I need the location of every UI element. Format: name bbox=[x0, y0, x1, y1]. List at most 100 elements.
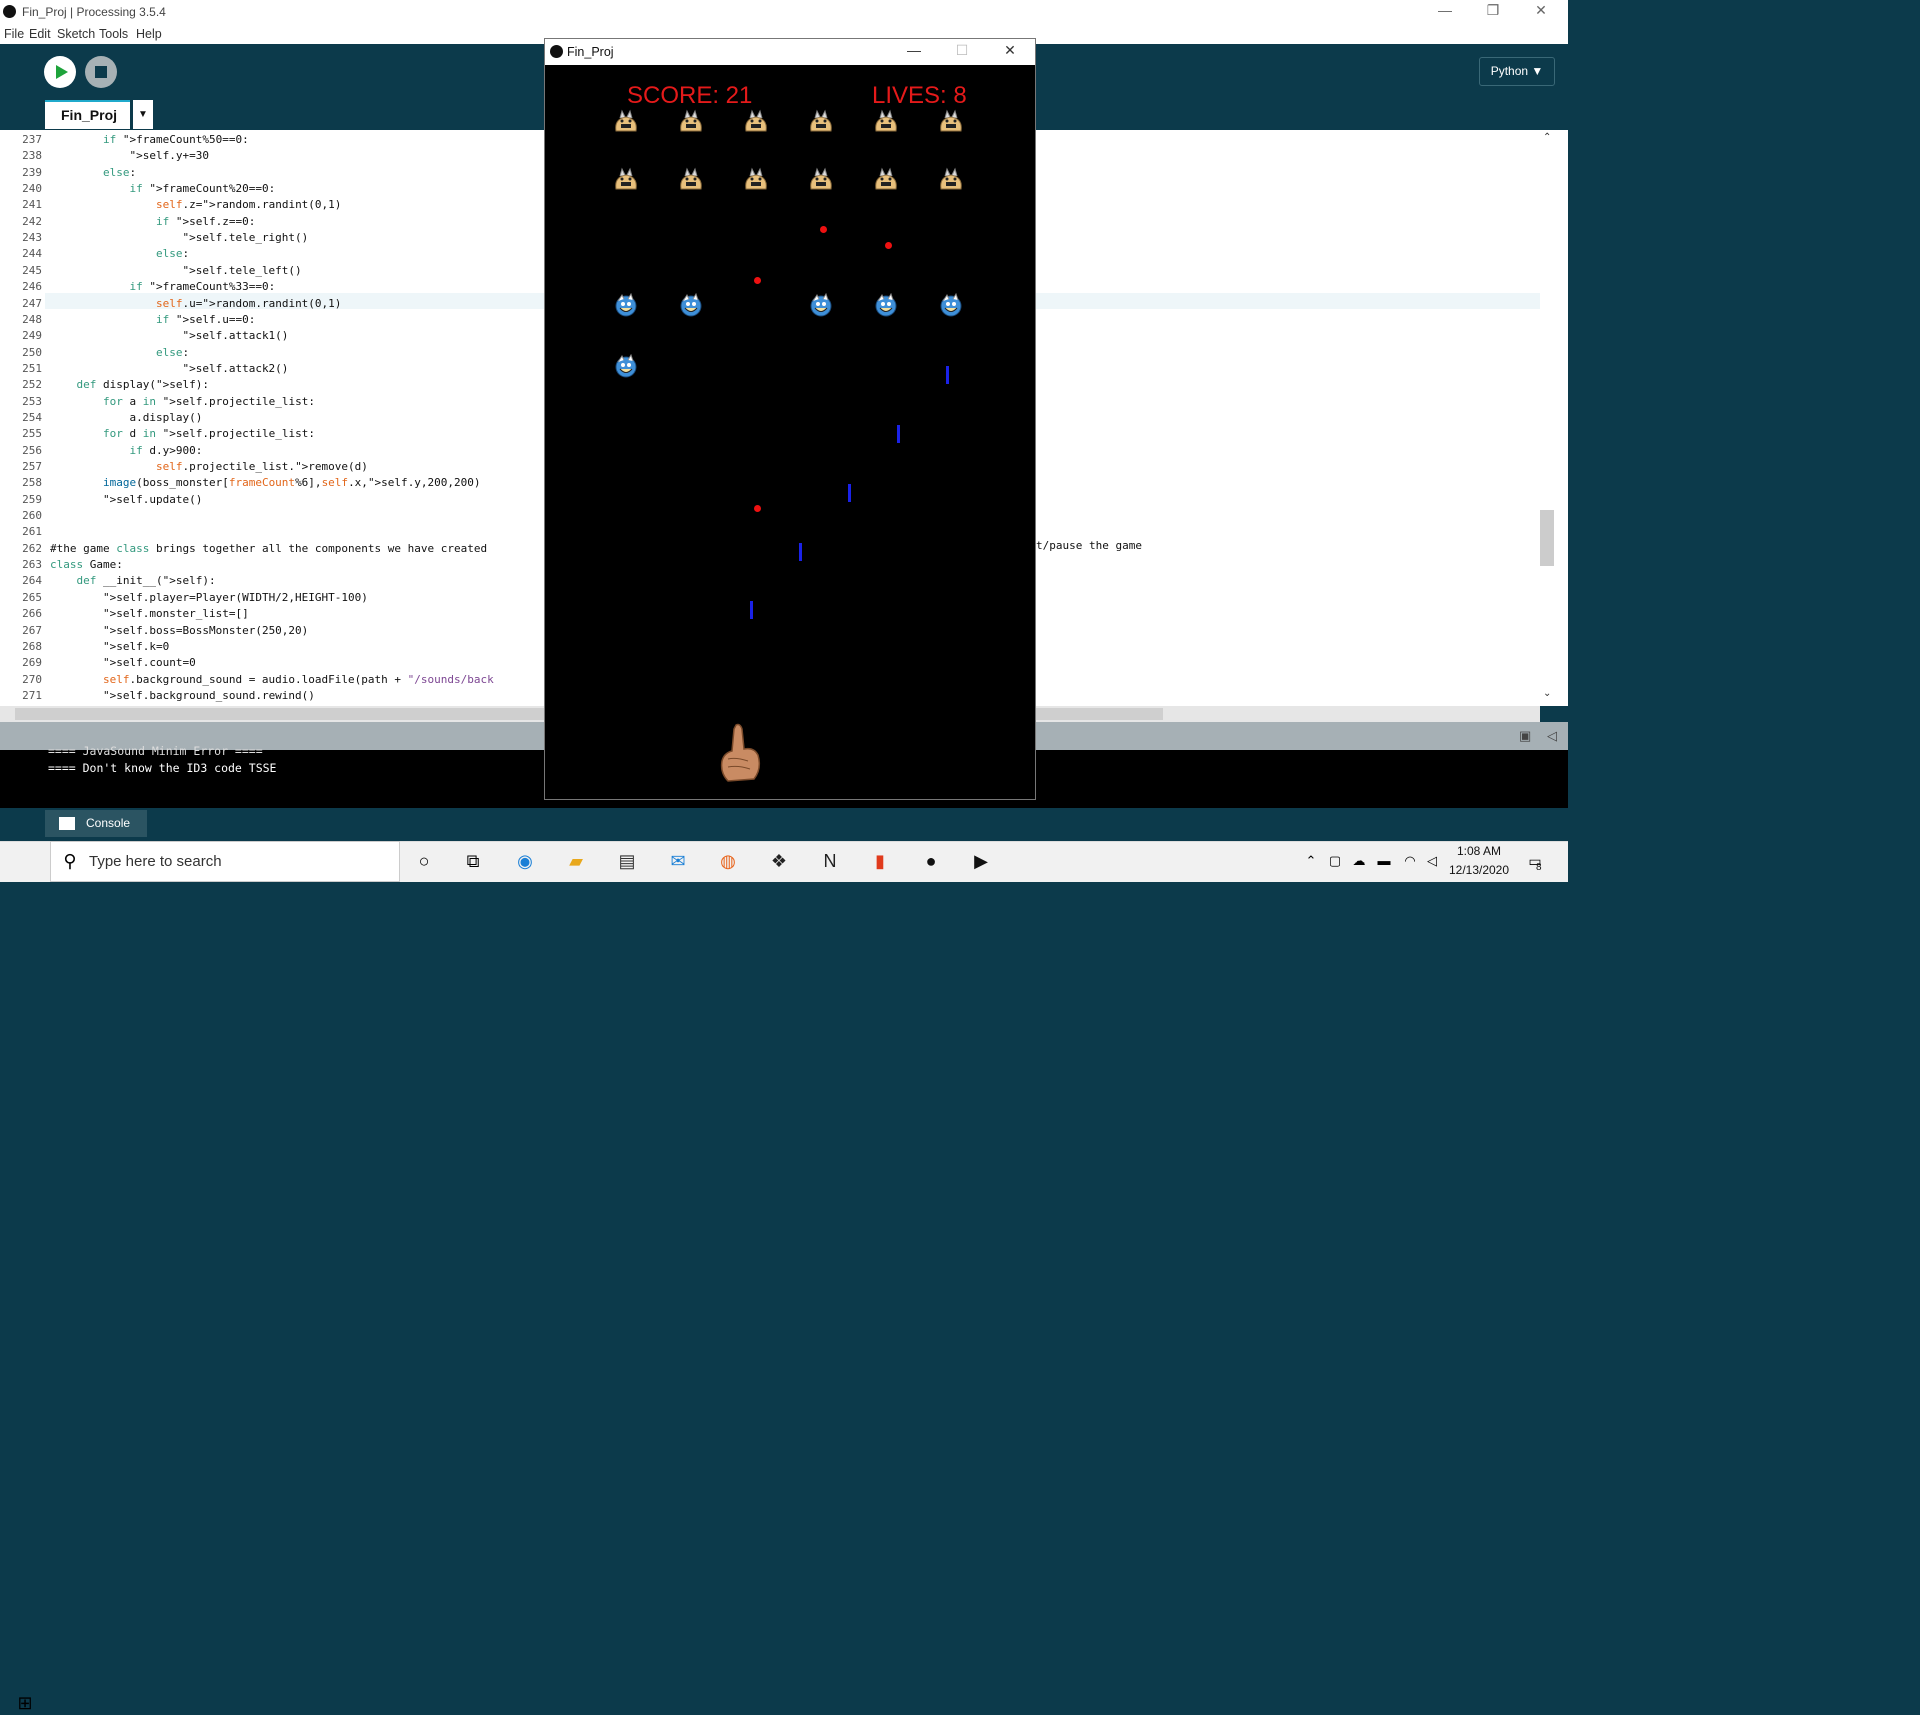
spiky-monster-icon bbox=[677, 167, 705, 191]
line-number: 265 bbox=[22, 590, 42, 604]
line-number: 238 bbox=[22, 149, 42, 163]
processing-icon[interactable]: ● bbox=[918, 849, 944, 873]
onedrive-icon[interactable]: ☁ bbox=[1346, 849, 1372, 873]
code-line: if ">frameCount%50==0: bbox=[102, 133, 249, 146]
spiky-monster-icon bbox=[807, 109, 835, 133]
clipboard-icon[interactable]: ▣ bbox=[1519, 728, 1531, 744]
scroll-down-icon[interactable]: ⌄ bbox=[1543, 688, 1551, 699]
blue-monster-icon bbox=[807, 292, 835, 317]
line-number: 251 bbox=[22, 361, 42, 375]
line-number: 242 bbox=[22, 214, 42, 228]
scroll-up-icon[interactable]: ⌃ bbox=[1543, 132, 1551, 143]
vertical-scrollbar[interactable]: ⌃ ⌄ bbox=[1540, 130, 1556, 706]
line-number: 243 bbox=[22, 231, 42, 245]
clock-date[interactable]: 12/13/2020 bbox=[1448, 863, 1510, 877]
sketch-run-icon[interactable]: ▶ bbox=[968, 849, 994, 873]
code-line: image(boss_monster[frameCount%6],self.x,… bbox=[102, 476, 481, 490]
player-laser bbox=[799, 543, 802, 561]
line-number: 268 bbox=[22, 639, 42, 653]
collapse-icon[interactable]: ◁ bbox=[1547, 728, 1557, 744]
mail-icon[interactable]: ✉ bbox=[665, 849, 691, 873]
code-line: else: bbox=[102, 165, 137, 179]
menu-help[interactable]: Help bbox=[136, 27, 162, 41]
code-line: ">self.y+=30 bbox=[129, 149, 209, 163]
code-line: ">self.tele_left() bbox=[182, 263, 302, 277]
menu-file[interactable]: File bbox=[4, 27, 24, 41]
store-icon[interactable]: ▤ bbox=[614, 849, 640, 873]
sketch-window[interactable]: Fin_Proj — ☐ ✕ SCORE: 21 LIVES: 8 bbox=[544, 38, 1036, 800]
minimize-icon[interactable]: — bbox=[894, 42, 934, 58]
notion-icon[interactable]: N bbox=[817, 849, 843, 873]
edge-icon[interactable]: ◉ bbox=[512, 849, 538, 873]
task-view-icon[interactable]: ⧉ bbox=[460, 849, 486, 873]
close-icon[interactable]: ✕ bbox=[1518, 2, 1564, 19]
stop-button[interactable] bbox=[85, 56, 117, 88]
battery-icon[interactable]: ▬ bbox=[1371, 849, 1397, 873]
score-display: SCORE: 21 bbox=[627, 82, 753, 109]
tab-fin-proj[interactable]: Fin_Proj bbox=[45, 100, 130, 129]
office-icon[interactable]: ▮ bbox=[867, 849, 893, 873]
code-line: class Game: bbox=[50, 558, 123, 572]
clock-time[interactable]: 1:08 AM bbox=[1448, 844, 1510, 858]
line-number: 258 bbox=[22, 476, 42, 490]
code-line: ">self.tele_right() bbox=[182, 231, 309, 245]
console-line: ==== Don't know the ID3 code TSSE bbox=[48, 761, 277, 775]
console-tab[interactable]: Console bbox=[45, 810, 147, 837]
restore-icon[interactable]: ❐ bbox=[1470, 2, 1516, 19]
line-number: 260 bbox=[22, 509, 42, 523]
line-number: 253 bbox=[22, 394, 42, 408]
firefox-icon[interactable]: ◍ bbox=[715, 849, 741, 873]
code-line: if ">frameCount%20==0: bbox=[129, 182, 276, 196]
volume-icon[interactable]: ◁ bbox=[1419, 849, 1445, 873]
code-line: ">self.attack1() bbox=[182, 329, 289, 343]
chevron-up-icon[interactable]: ⌃ bbox=[1298, 849, 1324, 873]
minimize-icon[interactable]: — bbox=[1422, 2, 1468, 18]
code-line: else: bbox=[155, 247, 190, 261]
code-line: ">self.background_sound.rewind() bbox=[102, 688, 315, 702]
line-number: 255 bbox=[22, 427, 42, 441]
run-button[interactable] bbox=[44, 56, 76, 88]
cortana-icon[interactable]: ○ bbox=[411, 849, 437, 873]
spiky-monster-icon bbox=[937, 109, 965, 133]
code-line: a.display() bbox=[50, 410, 203, 424]
line-number: 261 bbox=[22, 525, 42, 539]
line-number: 239 bbox=[22, 165, 42, 179]
menu-tools[interactable]: Tools bbox=[99, 27, 128, 41]
code-line: ">self.attack2() bbox=[182, 361, 289, 375]
blue-monster-icon bbox=[612, 292, 640, 317]
code-line: else: bbox=[155, 345, 190, 359]
notification-icon[interactable]: ▭ bbox=[1522, 849, 1548, 873]
windows-start-icon[interactable]: ⊞ bbox=[12, 1691, 38, 1715]
line-number: 250 bbox=[22, 345, 42, 359]
line-number: 269 bbox=[22, 656, 42, 670]
tab-menu-button[interactable]: ▼ bbox=[133, 100, 153, 129]
spiky-monster-icon bbox=[807, 167, 835, 191]
spiky-monster-icon bbox=[612, 167, 640, 191]
vertical-scroll-thumb[interactable] bbox=[1540, 510, 1554, 566]
notification-count: 8 bbox=[1536, 862, 1542, 873]
blue-monster-icon bbox=[677, 292, 705, 317]
code-line: self.projectile_list.">remove(d) bbox=[155, 460, 368, 473]
code-overflow-tail: t/pause the game bbox=[1036, 539, 1142, 552]
spiky-monster-icon bbox=[872, 167, 900, 191]
spiky-monster-icon bbox=[937, 167, 965, 191]
line-number: 271 bbox=[22, 688, 42, 702]
code-line: def display(">self): bbox=[76, 378, 209, 392]
line-number: 248 bbox=[22, 312, 42, 326]
taskbar-search-input[interactable]: Type here to search bbox=[50, 841, 400, 882]
file-explorer-icon[interactable]: ▰ bbox=[563, 849, 589, 873]
line-number: 240 bbox=[22, 182, 42, 196]
enemy-bullet bbox=[754, 277, 761, 284]
line-number: 256 bbox=[22, 443, 42, 457]
line-number: 249 bbox=[22, 329, 42, 343]
meet-icon[interactable]: ▢ bbox=[1322, 849, 1348, 873]
processing-icon bbox=[3, 5, 16, 18]
code-line: self.background_sound = audio.loadFile(p… bbox=[102, 672, 494, 686]
mode-selector[interactable]: Python ▼ bbox=[1479, 57, 1555, 86]
menu-edit[interactable]: Edit bbox=[29, 27, 51, 41]
menu-sketch[interactable]: Sketch bbox=[57, 27, 95, 41]
close-icon[interactable]: ✕ bbox=[990, 42, 1030, 59]
code-line: ">self.k=0 bbox=[102, 639, 170, 653]
code-line: self.z=">random.randint(0,1) bbox=[155, 198, 342, 212]
dropbox-icon[interactable]: ❖ bbox=[766, 849, 792, 873]
